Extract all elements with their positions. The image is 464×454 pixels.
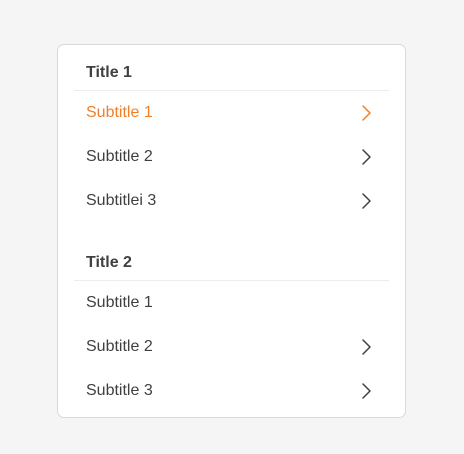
chevron-right-icon (362, 149, 371, 165)
menu-item-group2-subtitle-1[interactable]: Subtitle 1 (74, 281, 389, 325)
menu-item-group2-subtitle-3[interactable]: Subtitle 3 (74, 369, 389, 413)
page-background: Title 1 Subtitle 1 Subtitle 2 Subtitlei … (0, 0, 464, 454)
menu-item-label: Subtitle 1 (86, 104, 153, 121)
chevron-right-icon (362, 193, 371, 209)
menu-item-group2-subtitle-2[interactable]: Subtitle 2 (74, 325, 389, 369)
menu-item-group1-subtitle-3[interactable]: Subtitlei 3 (74, 179, 389, 223)
menu-item-group1-subtitle-1[interactable]: Subtitle 1 (74, 91, 389, 135)
menu-item-label: Subtitlei 3 (86, 192, 157, 209)
chevron-right-icon (362, 383, 371, 399)
chevron-right-icon (362, 105, 371, 121)
group-title-2: Title 2 (74, 235, 389, 281)
menu-item-label: Subtitle 1 (86, 294, 153, 311)
menu-item-label: Subtitle 3 (86, 382, 153, 399)
menu-item-group1-subtitle-2[interactable]: Subtitle 2 (74, 135, 389, 179)
menu-item-label: Subtitle 2 (86, 338, 153, 355)
chevron-right-icon (362, 339, 371, 355)
menu-card: Title 1 Subtitle 1 Subtitle 2 Subtitlei … (57, 44, 406, 418)
group-title-1: Title 1 (74, 45, 389, 91)
menu-item-label: Subtitle 2 (86, 148, 153, 165)
